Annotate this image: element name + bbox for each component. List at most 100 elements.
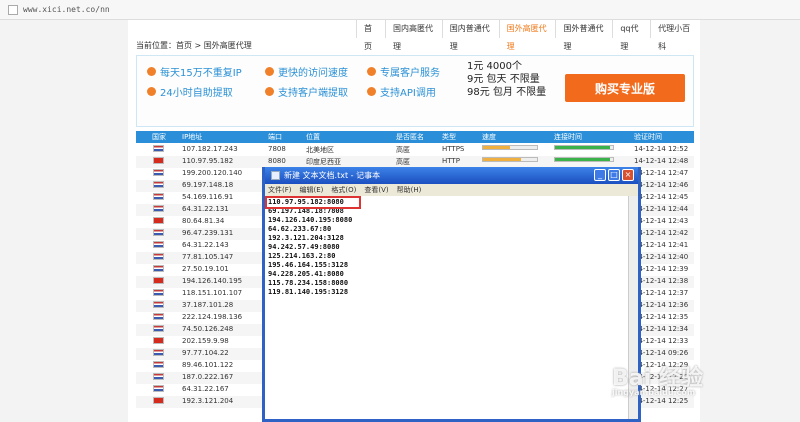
breadcrumb: 当前位置：首页 > 国外高匿代理 — [136, 41, 252, 50]
text-line: 115.78.234.158:8080 — [268, 279, 349, 287]
cell-ip: 202.159.9.98 — [182, 337, 229, 345]
cell-ip: 80.64.81.34 — [182, 217, 225, 225]
cell-anon: 高匿 — [396, 158, 410, 166]
text-line: 195.46.164.155:3128 — [268, 261, 349, 269]
cell-time: 14-12-14 12:35 — [634, 313, 689, 321]
text-line: 94.242.57.49:8080 — [268, 243, 340, 251]
feature-item: 24小时自助提取 — [147, 84, 233, 99]
nav-qq[interactable]: qq代理 — [612, 20, 650, 51]
cell-ip: 77.81.105.147 — [182, 253, 234, 261]
country-flag-icon — [153, 253, 164, 260]
nav-home[interactable]: 首页 — [356, 20, 385, 51]
cell-time: 14-12-14 12:42 — [634, 229, 689, 237]
cell-ip: 69.197.148.18 — [182, 181, 234, 189]
cell-ip: 64.31.22.167 — [182, 385, 229, 393]
cell-time: 14-12-14 12:47 — [634, 169, 689, 177]
cell-ip: 192.3.121.204 — [182, 397, 234, 405]
cell-time: 14-12-14 12:41 — [634, 241, 689, 249]
text-line: 119.81.140.195:3128 — [268, 288, 349, 296]
country-flag-icon — [153, 361, 164, 368]
feature-item: 更快的访问速度 — [265, 64, 348, 79]
text-line: 192.3.121.204:3128 — [268, 234, 344, 242]
cell-time: 14-12-14 12:46 — [634, 181, 689, 189]
country-flag-icon — [153, 193, 164, 200]
table-header: 国家 IP地址 端口 位置 是否匿名 类型 速度 连接时间 验证时间 — [136, 131, 694, 143]
nav-domestic-normal[interactable]: 国内普通代理 — [441, 20, 499, 51]
cell-ip: 64.31.22.143 — [182, 241, 229, 249]
notepad-window[interactable]: 新建 文本文档.txt - 记事本 _ □ × 文件(F) 编辑(E) 格式(O… — [262, 167, 641, 422]
cell-time: 14-12-14 12:48 — [634, 157, 689, 165]
country-flag-icon — [153, 181, 164, 188]
buy-pro-button[interactable]: 购买专业版 — [565, 74, 685, 102]
cell-type: HTTP — [442, 157, 460, 165]
connection-bar — [554, 157, 614, 162]
menu-help[interactable]: 帮助(H) — [397, 185, 422, 195]
menu-format[interactable]: 格式(O) — [331, 185, 356, 195]
connection-bar — [554, 145, 614, 150]
text-line: 64.62.233.67:80 — [268, 225, 332, 233]
cell-time: 14-12-14 12:34 — [634, 325, 689, 333]
bullet-icon — [147, 67, 156, 76]
highlight-box — [265, 196, 361, 209]
bullet-icon — [265, 87, 274, 96]
cell-time: 14-12-14 09:26 — [634, 349, 689, 357]
country-flag-icon — [153, 241, 164, 248]
cell-ip: 74.50.126.248 — [182, 325, 234, 333]
cell-time: 14-12-14 12:39 — [634, 265, 689, 273]
menu-file[interactable]: 文件(F) — [268, 185, 292, 195]
page-icon — [8, 4, 18, 15]
bullet-icon — [367, 87, 376, 96]
nav-foreign-elite[interactable]: 国外高匿代理 — [498, 20, 556, 51]
country-flag-icon — [153, 145, 164, 152]
nav-domestic-elite[interactable]: 国内高匿代理 — [384, 20, 442, 51]
cell-time: 14-12-14 12:52 — [634, 145, 689, 153]
address-bar[interactable]: www.xici.net.co/nn — [0, 0, 800, 20]
country-flag-icon — [153, 169, 164, 176]
notepad-text-area[interactable]: 110.97.95.182:8080 69.197.148.18:7808 194.… — [265, 196, 638, 419]
country-flag-icon — [153, 205, 164, 212]
nav-wiki[interactable]: 代理小百科 — [650, 20, 700, 51]
minimize-button[interactable]: _ — [594, 169, 606, 181]
notepad-icon — [271, 171, 280, 180]
cell-ip: 107.182.17.243 — [182, 145, 238, 153]
cell-ip: 199.200.120.140 — [182, 169, 243, 177]
cell-ip: 37.187.101.28 — [182, 301, 234, 309]
cell-loc: 北美地区 — [306, 146, 334, 154]
feature-item: 支持客户端提取 — [265, 84, 348, 99]
country-flag-icon — [153, 277, 164, 284]
pricing: 1元 4000个 9元 包天 不限量 98元 包月 不限量 — [467, 61, 547, 98]
feature-item: 每天15万不重复IP — [147, 64, 242, 79]
country-flag-icon — [153, 337, 164, 344]
cell-ip: 194.126.140.195 — [182, 277, 243, 285]
cell-loc: 印度尼西亚 — [306, 158, 341, 166]
feature-banner: 每天15万不重复IP 更快的访问速度 专属客户服务 24小时自助提取 支持客户端… — [136, 55, 694, 127]
url-text[interactable]: www.xici.net.co/nn — [23, 5, 110, 14]
country-flag-icon — [153, 157, 164, 164]
cell-port: 7808 — [268, 145, 286, 153]
country-flag-icon — [153, 397, 164, 404]
maximize-button[interactable]: □ — [608, 169, 620, 181]
bullet-icon — [367, 67, 376, 76]
cell-ip: 64.31.22.131 — [182, 205, 229, 213]
speed-bar — [482, 145, 538, 150]
text-line: 125.214.163.2:80 — [268, 252, 336, 260]
cell-time: 14-12-14 12:25 — [634, 397, 689, 405]
menu-view[interactable]: 查看(V) — [364, 185, 388, 195]
cell-time: 14-12-14 12:45 — [634, 193, 689, 201]
cell-ip: 222.124.198.136 — [182, 313, 243, 321]
cell-time: 14-12-14 12:37 — [634, 289, 689, 297]
cell-ip: 187.0.222.167 — [182, 373, 234, 381]
menu-edit[interactable]: 编辑(E) — [300, 185, 324, 195]
cell-anon: 高匿 — [396, 146, 410, 154]
bullet-icon — [265, 67, 274, 76]
country-flag-icon — [153, 325, 164, 332]
cell-ip: 27.50.19.101 — [182, 265, 229, 273]
notepad-titlebar[interactable]: 新建 文本文档.txt - 记事本 _ □ × — [265, 167, 638, 184]
cell-ip: 54.169.116.91 — [182, 193, 234, 201]
cell-time: 14-12-14 12:43 — [634, 217, 689, 225]
cell-time: 14-12-14 12:36 — [634, 301, 689, 309]
country-flag-icon — [153, 349, 164, 356]
feature-item: 专属客户服务 — [367, 64, 440, 79]
close-button[interactable]: × — [622, 169, 634, 181]
nav-foreign-normal[interactable]: 国外普通代理 — [555, 20, 612, 51]
